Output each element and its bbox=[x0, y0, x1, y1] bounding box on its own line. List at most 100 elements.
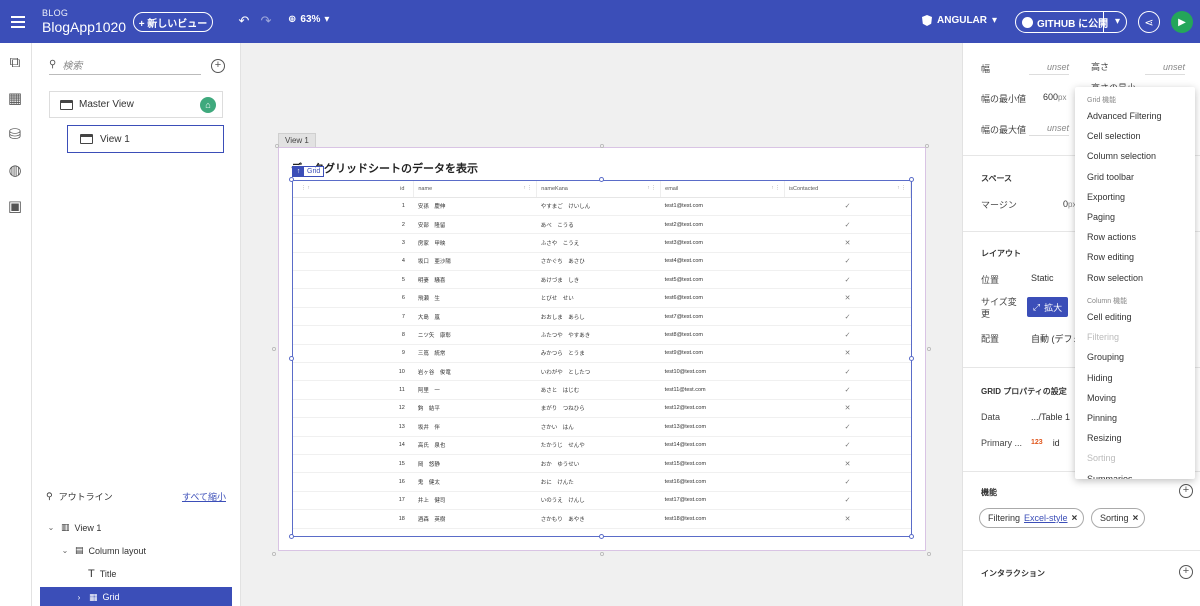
expand-button[interactable]: ⤢ 拡大 bbox=[1027, 297, 1068, 317]
chevron-down-icon[interactable]: ⌄ bbox=[46, 523, 56, 532]
search-input[interactable]: ⚲ 検索 bbox=[49, 55, 201, 75]
frame-handle[interactable] bbox=[927, 552, 931, 556]
dropdown-item[interactable]: Cell editing bbox=[1087, 312, 1132, 322]
table-row[interactable]: 17 井上 健司 いのうえ けんし test17@test.com ✓ bbox=[293, 491, 911, 511]
undo-icon[interactable]: ↶ bbox=[236, 13, 252, 29]
feature-dropdown[interactable]: Grid 機能 Column 機能 Advanced Filtering Cell… bbox=[1075, 87, 1195, 479]
frame-handle[interactable] bbox=[275, 144, 279, 148]
dropdown-item[interactable]: Grid toolbar bbox=[1087, 172, 1134, 182]
search-icon[interactable]: ⚲ bbox=[46, 491, 53, 502]
dropdown-item[interactable]: Column selection bbox=[1087, 151, 1156, 161]
table-row[interactable]: 9 三嶌 統常 みかつら とうま test9@test.com ✕ bbox=[293, 344, 911, 364]
column-actions-icon[interactable]: ↑ ⋮ bbox=[771, 185, 780, 191]
tree-item-view1[interactable]: ⌄ ▥ View 1 bbox=[40, 522, 102, 533]
dropdown-item[interactable]: Resizing bbox=[1087, 433, 1122, 443]
data-grid[interactable]: ⋮ ↑ id name ↑ ⋮ nameKana ↑ ⋮ email ↑ ⋮ isCon… bbox=[292, 180, 912, 537]
dropdown-item[interactable]: Exporting bbox=[1087, 192, 1125, 202]
add-view-icon[interactable]: + bbox=[211, 59, 225, 73]
frame-handle[interactable] bbox=[272, 347, 276, 351]
zoom-control[interactable]: ⊕ 63% ▾ bbox=[288, 14, 329, 25]
resize-handle[interactable] bbox=[909, 534, 914, 539]
data-select[interactable]: .../Table 1 bbox=[1031, 412, 1070, 422]
arrange-select[interactable]: 自動 (デフォ bbox=[1031, 332, 1082, 345]
height-input[interactable]: unset bbox=[1145, 62, 1185, 75]
table-row[interactable]: 13 坂井 伴さかい はん test13@test.com ✓ bbox=[293, 417, 911, 437]
tree-item-column-layout[interactable]: ⌄ ▤ Column layout bbox=[40, 545, 146, 556]
table-row[interactable]: 18 酒森 英樹 さかもり あやき test18@test.com ✕ bbox=[293, 509, 911, 529]
view-frame[interactable]: データグリッドシートのデータを表示 ⋮ ↑ id name ↑ ⋮ nameKana… bbox=[278, 147, 926, 551]
table-row[interactable]: 2 安部 隆留 あべ こうる test2@test.com ✓ bbox=[293, 215, 911, 235]
play-icon[interactable]: ▶ bbox=[1171, 11, 1193, 33]
table-row[interactable]: 1 安孫 慶伸 やすまご けいしん test1@test.com ✓ bbox=[293, 197, 911, 216]
redo-icon[interactable]: ↷ bbox=[258, 13, 274, 29]
dropdown-item[interactable]: Hiding bbox=[1087, 373, 1113, 383]
new-view-button[interactable]: + 新しいビュー bbox=[133, 12, 213, 32]
table-row[interactable]: 5 明妻 騒喜 あけづま しき test5@test.com ✓ bbox=[293, 270, 911, 290]
column-actions-icon[interactable]: ⋮ ↑ bbox=[301, 185, 310, 191]
frame-handle[interactable] bbox=[927, 347, 931, 351]
chevron-down-icon[interactable]: ▾ bbox=[1115, 16, 1120, 27]
grid-selection-tag[interactable]: ↑ Grid bbox=[292, 166, 325, 177]
table-row[interactable]: 16 鬼 健太 おに けんた test16@test.com ✓ bbox=[293, 472, 911, 492]
dropdown-item[interactable]: Row selection bbox=[1087, 273, 1143, 283]
resize-handle[interactable] bbox=[599, 534, 604, 539]
dropdown-item[interactable]: Grouping bbox=[1087, 352, 1124, 362]
table-row[interactable]: 14 高氏 泉也 たかうじ せんや test14@test.com ✓ bbox=[293, 436, 911, 455]
table-row[interactable]: 3 房家 甲映 ふさや こうえ test3@test.com ✕ bbox=[293, 233, 911, 253]
palette-icon[interactable]: ◍ bbox=[6, 161, 24, 179]
frame-handle[interactable] bbox=[600, 144, 604, 148]
assets-icon[interactable]: ▣ bbox=[6, 197, 24, 215]
dropdown-item[interactable]: Pinning bbox=[1087, 413, 1117, 423]
table-row[interactable]: 6 飛瀬 生とびせ せい test6@test.com ✕ bbox=[293, 288, 911, 308]
dropdown-item[interactable]: Moving bbox=[1087, 393, 1116, 403]
collapse-all-link[interactable]: すべて縮小 bbox=[182, 490, 226, 503]
column-header-id[interactable]: ⋮ ↑ id bbox=[293, 181, 415, 198]
resize-handle[interactable] bbox=[909, 356, 914, 361]
width-input[interactable]: unset bbox=[1029, 62, 1069, 75]
design-canvas[interactable]: View 1 データグリッドシートのデータを表示 ⋮ ↑ id name ↑ ⋮ n… bbox=[241, 43, 962, 606]
dropdown-item[interactable]: Row editing bbox=[1087, 252, 1134, 262]
resize-handle[interactable] bbox=[909, 177, 914, 182]
dropdown-item[interactable]: Cell selection bbox=[1087, 131, 1141, 141]
dropdown-item[interactable]: Row actions bbox=[1087, 232, 1136, 242]
column-actions-icon[interactable]: ↑ ⋮ bbox=[647, 185, 656, 191]
table-row[interactable]: 4 坂口 亜沙陽 さかぐち あさひ test4@test.com ✓ bbox=[293, 252, 911, 272]
column-header-namekana[interactable]: nameKana ↑ ⋮ bbox=[536, 181, 662, 198]
resize-handle[interactable] bbox=[289, 356, 294, 361]
resize-handle[interactable] bbox=[289, 534, 294, 539]
frame-handle[interactable] bbox=[600, 552, 604, 556]
close-icon[interactable]: × bbox=[1072, 513, 1078, 524]
share-icon[interactable]: ⋖ bbox=[1138, 11, 1160, 33]
column-header-email[interactable]: email ↑ ⋮ bbox=[660, 181, 786, 198]
tree-item-title[interactable]: T Title bbox=[40, 568, 116, 580]
add-interaction-icon[interactable]: + bbox=[1179, 565, 1193, 579]
publish-github-button[interactable]: GITHUB に公開 ▾ bbox=[1015, 11, 1127, 33]
tree-item-grid[interactable]: › ▦ Grid bbox=[40, 587, 232, 606]
filtering-mode-link[interactable]: Excel-style bbox=[1024, 513, 1068, 523]
view1-item[interactable]: View 1 bbox=[67, 125, 224, 153]
table-row[interactable]: 12 鈎 結平 まがり つねひら test12@test.com ✕ bbox=[293, 399, 911, 419]
chevron-down-icon[interactable]: ⌄ bbox=[60, 546, 70, 555]
primary-key-select[interactable]: 123 id bbox=[1031, 438, 1060, 448]
filtering-chip[interactable]: Filtering Excel-style × bbox=[979, 508, 1085, 528]
select-parent-icon[interactable]: ↑ bbox=[293, 166, 304, 177]
dropdown-item[interactable]: Paging bbox=[1087, 212, 1115, 222]
table-row[interactable]: 15 岡 悠静 おか ゆうせい test15@test.com ✕ bbox=[293, 454, 911, 474]
master-view-item[interactable]: Master View ⌂ bbox=[49, 91, 223, 118]
resize-handle[interactable] bbox=[289, 177, 294, 182]
dropdown-item[interactable]: Advanced Filtering bbox=[1087, 111, 1162, 121]
table-row[interactable]: 8 ニツ矢 康彰 ふたつや やすあき test8@test.com ✓ bbox=[293, 325, 911, 345]
column-actions-icon[interactable]: ↑ ⋮ bbox=[523, 185, 532, 191]
close-icon[interactable]: × bbox=[1133, 513, 1139, 524]
views-icon[interactable]: ⧉ bbox=[6, 53, 24, 71]
table-row[interactable]: 7 大島 嵐おおしま あらし test7@test.com ✓ bbox=[293, 307, 911, 327]
min-width-input[interactable]: 600px bbox=[1043, 92, 1066, 102]
components-icon[interactable]: ▦ bbox=[6, 89, 24, 107]
framework-select[interactable]: ANGULAR ▾ bbox=[922, 15, 997, 26]
resize-handle[interactable] bbox=[599, 177, 604, 182]
max-width-input[interactable]: unset bbox=[1029, 123, 1069, 136]
add-feature-icon[interactable]: + bbox=[1179, 484, 1193, 498]
column-header-iscontacted[interactable]: isContacted ↑ ⋮ bbox=[784, 181, 911, 198]
column-actions-icon[interactable]: ↑ ⋮ bbox=[897, 185, 906, 191]
data-source-icon[interactable]: ⛁ bbox=[6, 125, 24, 143]
